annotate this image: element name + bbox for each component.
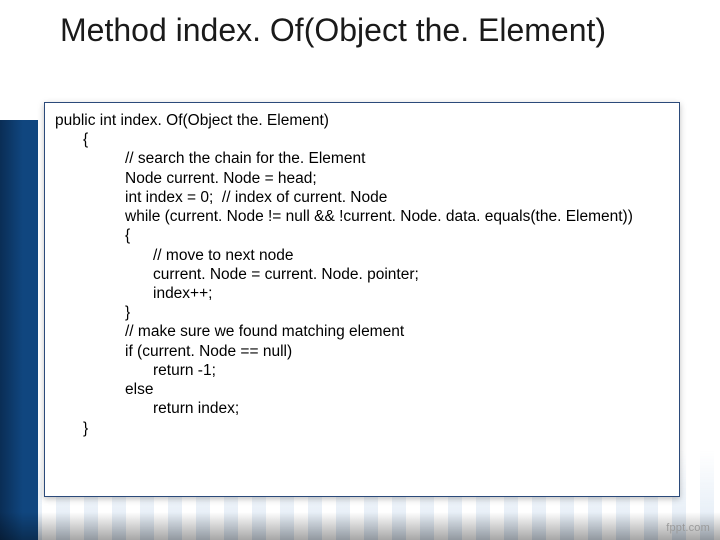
code-signature: public int index. Of(Object the. Element… <box>55 112 329 129</box>
code-line: current. Node = current. Node. pointer; <box>153 266 419 283</box>
code-open-brace: { <box>83 131 88 148</box>
code-line: else <box>125 381 153 398</box>
code-line: Node current. Node = head; <box>125 170 317 187</box>
slide: Method index. Of(Object the. Element) pu… <box>0 0 720 540</box>
code-line: // search the chain for the. Element <box>125 150 365 167</box>
code-line: } <box>125 304 130 321</box>
code-line: // make sure we found matching element <box>125 323 404 340</box>
code-line: if (current. Node == null) <box>125 343 292 360</box>
code-close-brace: } <box>83 420 88 437</box>
code-box: public int index. Of(Object the. Element… <box>44 102 680 497</box>
code-line: { <box>125 227 130 244</box>
watermark: fppt.com <box>666 522 710 534</box>
code-line: while (current. Node != null && !current… <box>125 208 633 225</box>
decor-blue-band <box>0 120 38 540</box>
code-listing: public int index. Of(Object the. Element… <box>55 111 669 438</box>
decor-bottom-shadow <box>0 512 720 540</box>
page-title: Method index. Of(Object the. Element) <box>60 12 700 49</box>
code-line: int index = 0; // index of current. Node <box>125 189 387 206</box>
code-line: return index; <box>153 400 239 417</box>
code-line: return -1; <box>153 362 216 379</box>
code-line: index++; <box>153 285 212 302</box>
code-line: // move to next node <box>153 247 293 264</box>
